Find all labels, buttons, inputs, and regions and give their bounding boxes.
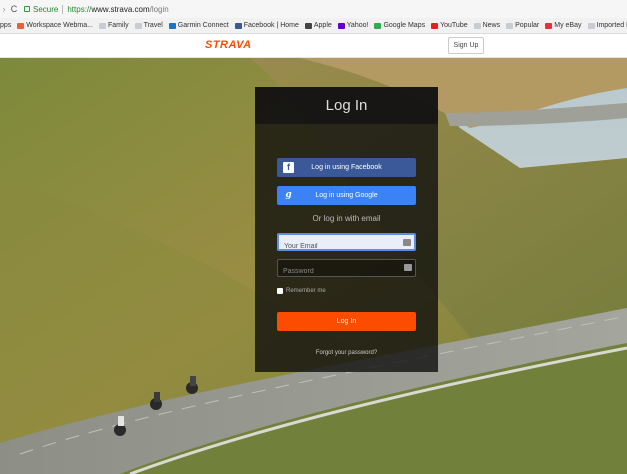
bookmark-item[interactable]: Garmin Connect [168,22,229,29]
url-protocol: https:// [67,4,92,14]
site-header: STRAVA Sign Up [0,34,627,58]
bookmark-item[interactable]: Workspace Webma... [17,22,93,29]
bookmarks-bar: pps Workspace Webma... Family Travel Garmin … [0,18,627,34]
google-login-label: Log in using Google [315,192,378,199]
remember-me-label: Remember me [286,288,326,294]
apple-icon [304,22,312,29]
login-panel: Log In f Log in using Facebook g Log in … [255,87,438,372]
strava-logo[interactable]: STRAVA [205,39,252,51]
password-field[interactable] [278,263,396,280]
bookmark-item[interactable]: Yahoo! [337,22,369,29]
bookmark-item[interactable]: Facebook | Home [234,22,299,29]
bookmark-label: pps [0,22,12,29]
google-icon: g [285,190,292,200]
remember-me-option[interactable]: Remember me [277,288,326,294]
remember-me-checkbox[interactable] [277,288,283,294]
google-login-button[interactable]: g Log in using Google [277,186,416,205]
url-field[interactable]: https://www.strava.com/login [67,5,168,14]
facebook-icon [234,22,242,29]
bookmark-item[interactable]: News [473,22,501,29]
password-field-wrapper [277,259,416,280]
lock-icon [24,6,30,12]
login-button[interactable]: Log In [277,312,416,331]
bookmark-label: Facebook | Home [243,22,299,29]
reload-icon[interactable]: C [8,4,20,14]
ebay-icon [545,22,553,29]
folder-icon [98,22,106,29]
browser-url-bar: › C Secure https://www.strava.com/login [0,0,627,18]
login-title: Log In [325,97,368,114]
bookmark-item[interactable]: Apple [304,22,332,29]
garmin-icon [168,22,176,29]
autofill-icon[interactable] [403,239,411,246]
bookmark-item[interactable]: My eBay [545,22,582,29]
url-separator [62,4,64,14]
bookmark-item[interactable]: Popular [506,22,539,29]
forgot-password-link[interactable]: Forgot your password? [255,350,438,356]
email-field-wrapper [277,233,416,254]
autofill-icon[interactable] [404,264,412,271]
bookmark-item[interactable]: Family [98,22,129,29]
bookmark-item[interactable]: Google Maps [374,22,425,29]
bookmark-label: Imported From Safari [596,22,627,29]
folder-icon [134,22,142,29]
url-path: /login [149,4,169,14]
bookmark-label: My eBay [554,22,582,29]
maps-icon [374,22,382,29]
forward-arrow-icon[interactable]: › [0,4,8,14]
folder-icon [506,22,514,29]
bookmark-item[interactable]: Imported From Safari [587,22,627,29]
facebook-login-label: Log in using Facebook [311,164,382,171]
workspace-icon [17,22,25,29]
bookmark-label: Google Maps [383,22,426,29]
bookmark-label: News [482,22,501,29]
bookmark-label: Popular [515,22,540,29]
bookmark-label: Yahoo! [346,22,369,29]
facebook-icon: f [283,162,294,173]
bookmark-item[interactable]: Travel [134,22,163,29]
bookmark-label: Garmin Connect [177,22,229,29]
bookmark-item[interactable]: YouTube [431,22,468,29]
email-login-divider: Or log in with email [312,214,381,223]
bookmark-item[interactable]: pps [0,22,11,29]
bookmark-label: Workspace Webma... [26,22,93,29]
bookmark-label: Family [107,22,129,29]
secure-label: Secure [33,4,59,14]
folder-icon [587,22,595,29]
bookmark-label: Travel [143,22,163,29]
bookmark-label: YouTube [440,22,468,29]
folder-icon [473,22,481,29]
url-host: www.strava.com [91,4,150,14]
youtube-icon [431,22,439,29]
sign-up-button[interactable]: Sign Up [448,37,484,54]
yahoo-icon [337,22,345,29]
facebook-login-button[interactable]: f Log in using Facebook [277,158,416,177]
email-field[interactable] [279,239,397,254]
bookmark-label: Apple [313,22,332,29]
